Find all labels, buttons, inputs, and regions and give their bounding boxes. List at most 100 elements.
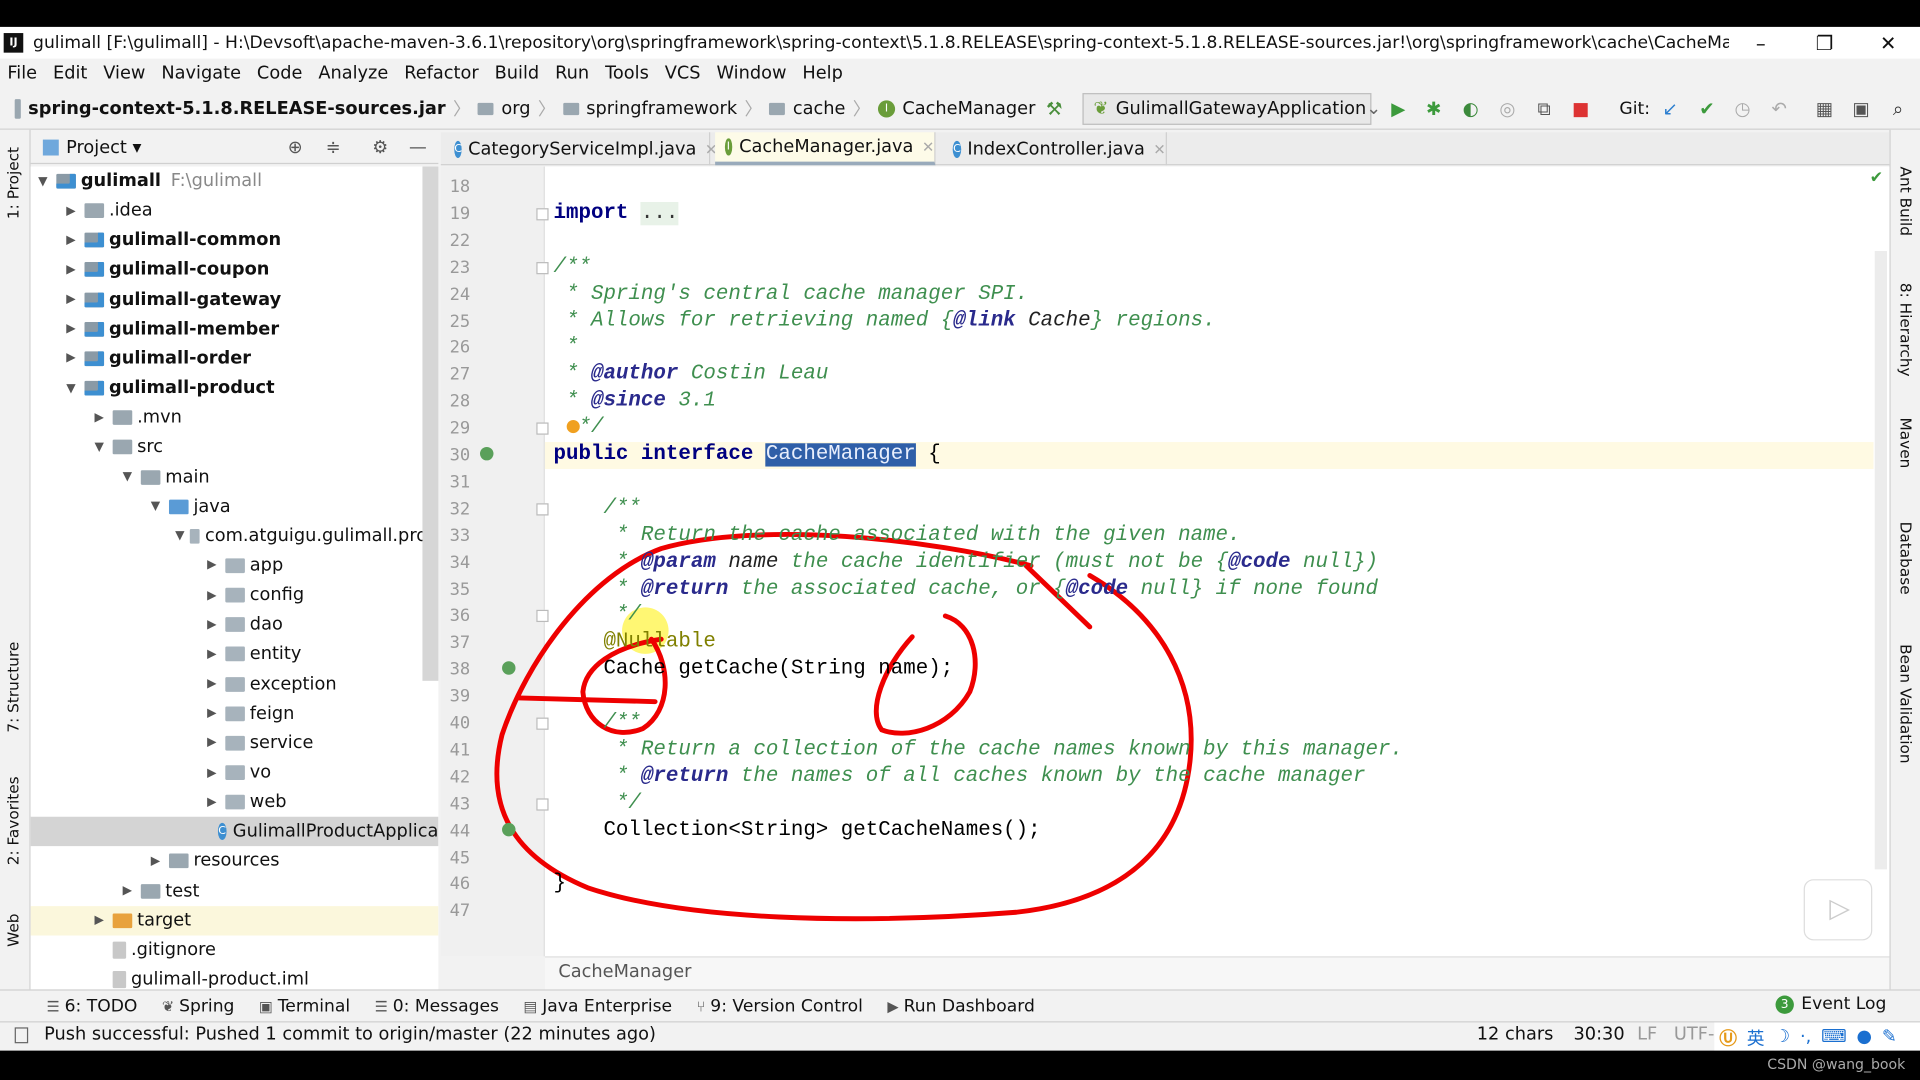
tree-item[interactable]: ▼ gulimall F:\gulimall [31, 167, 439, 196]
git-commit-icon[interactable]: ✔ [1696, 98, 1718, 120]
run-icon[interactable]: ▶ [1387, 98, 1409, 120]
keyboard-icon[interactable]: ⌨ [1821, 1027, 1847, 1047]
close-tab-icon[interactable]: ✕ [922, 138, 934, 155]
attach-icon[interactable]: ⧉ [1533, 98, 1555, 120]
tree-item[interactable]: ▶ .mvn [31, 403, 439, 432]
file-encoding[interactable]: UTF- [1674, 1025, 1714, 1045]
chevron-down-icon[interactable]: ▼ [62, 381, 79, 394]
tool-window-java-enterprise[interactable]: ▤ Java Enterprise [523, 996, 672, 1016]
chevron-right-icon[interactable]: ▶ [62, 204, 79, 217]
tree-item[interactable]: ▶ dao [31, 610, 439, 639]
menu-build[interactable]: Build [495, 64, 540, 84]
stop-icon[interactable]: ■ [1570, 98, 1592, 120]
ime-language[interactable]: 英 [1747, 1024, 1765, 1050]
tool-window-web[interactable]: Web [4, 913, 22, 946]
history-icon[interactable]: ◷ [1731, 98, 1753, 120]
tree-item[interactable]: ▶ web [31, 788, 439, 817]
tree-item[interactable]: ▶ feign [31, 699, 439, 728]
chevron-right-icon[interactable]: ▶ [62, 322, 79, 335]
chevron-right-icon[interactable]: ▶ [203, 707, 220, 720]
tree-item[interactable]: ▶ gulimall-member [31, 314, 439, 343]
fold-marker-icon[interactable] [536, 610, 549, 623]
tool-window-run-dashboard[interactable]: ▶ Run Dashboard [887, 996, 1035, 1016]
fold-marker-icon[interactable] [536, 208, 549, 221]
status-panel-icon[interactable] [14, 1027, 29, 1044]
tab-categoryserviceimpl[interactable]: C CategoryServiceImpl.java ✕ [444, 132, 717, 166]
fold-marker-icon[interactable] [536, 503, 549, 516]
tree-item[interactable]: ▶ gulimall-gateway [31, 285, 439, 314]
caret-position[interactable]: 30:30 [1573, 1025, 1624, 1045]
close-tab-icon[interactable]: ✕ [1153, 140, 1165, 157]
breadcrumb-item[interactable]: I CacheManager [877, 99, 1035, 118]
chevron-right-icon[interactable]: ▶ [91, 411, 108, 424]
search-icon[interactable]: ⌕ [1887, 98, 1909, 120]
tree-item[interactable]: ▶ gulimall-coupon [31, 255, 439, 284]
breadcrumb-item[interactable]: org 〉 [478, 96, 556, 122]
breadcrumb-item[interactable]: spring-context-5.1.8.RELEASE-sources.jar… [14, 96, 471, 122]
tool-window--structure[interactable]: 7: Structure [4, 642, 22, 733]
project-view-dropdown[interactable]: Project ▾ [66, 138, 141, 158]
wrench-icon[interactable]: ✎ [1882, 1027, 1897, 1047]
menu-edit[interactable]: Edit [53, 64, 87, 84]
chevron-right-icon[interactable]: ▶ [62, 263, 79, 276]
tree-item[interactable]: gulimall-product.iml [31, 965, 439, 989]
tool-window-terminal[interactable]: ▣ Terminal [259, 996, 350, 1016]
restore-button[interactable]: ❐ [1793, 31, 1857, 54]
tree-item[interactable]: ▶ target [30, 905, 439, 936]
chevron-down-icon[interactable]: ▼ [34, 174, 51, 187]
gear-icon[interactable]: ⚙ [372, 138, 388, 158]
tree-item[interactable]: ▶ exception [31, 669, 439, 698]
tree-item[interactable]: ▶ resources [31, 847, 439, 876]
chevron-right-icon[interactable]: ▶ [203, 618, 220, 631]
breadcrumb-item[interactable]: cache 〉 [769, 96, 871, 122]
menu-navigate[interactable]: Navigate [161, 64, 241, 84]
tree-item[interactable]: ▼ java [31, 492, 439, 521]
chevron-right-icon[interactable]: ▶ [203, 559, 220, 572]
tree-item[interactable]: ▶ entity [31, 640, 439, 669]
tool-window-bean-validation[interactable]: Bean Validation [1897, 644, 1915, 763]
editor-breadcrumb[interactable]: CacheManager [544, 956, 1890, 990]
event-log-button[interactable]: 3 Event Log [1775, 994, 1886, 1014]
tool-window--version-control[interactable]: ⑂ 9: Version Control [697, 996, 863, 1016]
menu-run[interactable]: Run [555, 64, 589, 84]
tool-window-spring[interactable]: ❦ Spring [162, 996, 235, 1016]
chevron-right-icon[interactable]: ▶ [62, 352, 79, 365]
git-update-icon[interactable]: ↙ [1659, 98, 1681, 120]
tool-window--messages[interactable]: ☰ 0: Messages [375, 996, 499, 1016]
menu-file[interactable]: File [7, 64, 37, 84]
intention-bulb-icon[interactable]: ● [566, 416, 581, 436]
moon-icon[interactable]: ☽ [1774, 1027, 1790, 1047]
tab-cachemanager[interactable]: I CacheManager.java ✕ [715, 132, 936, 166]
fold-marker-icon[interactable] [536, 797, 549, 811]
chevron-right-icon[interactable]: ▶ [203, 766, 220, 779]
menu-window[interactable]: Window [716, 64, 786, 84]
debug-icon[interactable]: ✱ [1423, 98, 1445, 120]
tree-item[interactable]: ▶ test [31, 876, 439, 905]
tree-item[interactable]: ▼ main [31, 462, 439, 491]
chevron-right-icon[interactable]: ▶ [203, 736, 220, 749]
tool-window--hierarchy[interactable]: 8: Hierarchy [1897, 283, 1915, 377]
tool-window-ant-build[interactable]: Ant Build [1897, 167, 1915, 236]
tree-item[interactable]: ▶ service [31, 728, 439, 757]
tool-window--project[interactable]: 1: Project [4, 147, 22, 219]
tree-item[interactable]: ▼ gulimall-product [31, 374, 439, 403]
menu-code[interactable]: Code [257, 64, 302, 84]
tree-item[interactable]: ▶ config [31, 581, 439, 610]
tree-scrollbar[interactable] [422, 166, 439, 681]
chevron-right-icon[interactable]: ▶ [203, 588, 220, 601]
chevron-down-icon[interactable]: ▼ [147, 500, 164, 513]
project-structure-icon[interactable]: ▦ [1813, 98, 1835, 120]
status-message[interactable]: Push successful: Pushed 1 commit to orig… [44, 1025, 656, 1045]
build-hammer-icon[interactable]: ⚒ [1043, 98, 1065, 120]
tree-item[interactable]: C GulimallProductApplica [30, 817, 439, 847]
tool-window-maven[interactable]: Maven [1897, 418, 1915, 469]
profile-icon[interactable]: ◎ [1496, 98, 1518, 120]
tool-window--todo[interactable]: ☰ 6: TODO [47, 996, 138, 1016]
implemented-gutter-icon[interactable] [480, 446, 494, 461]
chevron-down-icon[interactable]: ▼ [119, 470, 136, 483]
chevron-right-icon[interactable]: ▶ [62, 293, 79, 306]
chevron-right-icon[interactable]: ▶ [203, 677, 220, 690]
line-separator[interactable]: LF [1637, 1025, 1657, 1045]
menu-help[interactable]: Help [802, 64, 842, 84]
fold-marker-icon[interactable] [536, 422, 549, 435]
